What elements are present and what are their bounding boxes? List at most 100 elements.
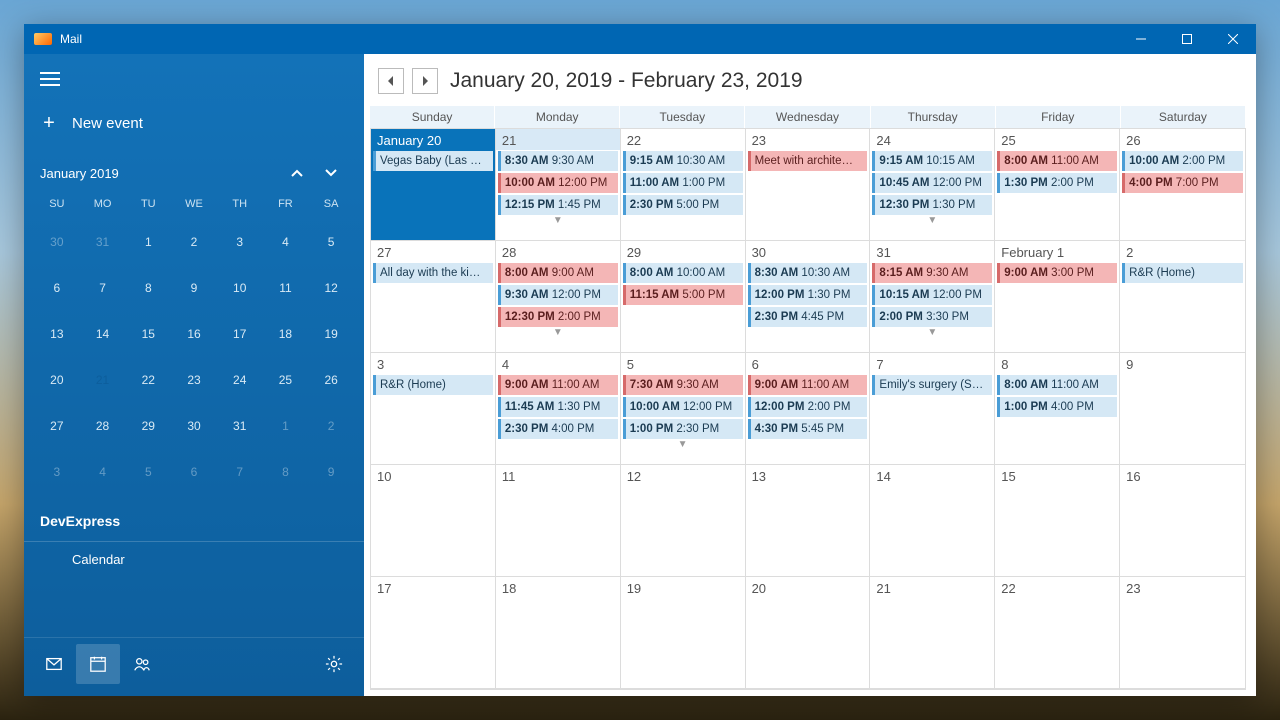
calendar-event[interactable]: All day with the ki… <box>373 263 493 283</box>
calendar-event[interactable]: 8:00 AM 11:00 AM <box>997 375 1117 395</box>
mini-day[interactable]: 9 <box>308 455 354 489</box>
calendar-event[interactable]: 1:00 PM 2:30 PM <box>623 419 743 439</box>
calendar-cell[interactable]: 2R&R (Home) <box>1120 241 1245 353</box>
calendar-event[interactable]: Emily's surgery (S… <box>872 375 992 395</box>
calendar-event[interactable]: 10:15 AM 12:00 PM <box>872 285 992 305</box>
mini-day[interactable]: 7 <box>217 455 263 489</box>
calendar-grid[interactable]: January 20Vegas Baby (Las V…218:30 AM 9:… <box>371 129 1245 689</box>
calendar-event[interactable]: 8:30 AM 10:30 AM <box>748 263 868 283</box>
calendar-event[interactable]: 11:15 AM 5:00 PM <box>623 285 743 305</box>
calendar-cell[interactable]: 229:15 AM 10:30 AM11:00 AM 1:00 PM2:30 P… <box>621 129 746 241</box>
calendar-cell[interactable]: 17 <box>371 577 496 689</box>
mini-calendar-month[interactable]: January 2019 <box>40 166 119 181</box>
calendar-event[interactable]: 10:00 AM 2:00 PM <box>1122 151 1243 171</box>
mini-day[interactable]: 15 <box>125 317 171 351</box>
calendar-event[interactable]: Meet with archite… <box>748 151 868 171</box>
calendar-event[interactable]: 12:00 PM 2:00 PM <box>748 397 868 417</box>
more-events-icon[interactable]: ▼ <box>927 215 937 226</box>
calendar-event[interactable]: 8:00 AM 11:00 AM <box>997 151 1117 171</box>
scroll-thumb[interactable] <box>1245 409 1246 429</box>
more-events-icon[interactable]: ▼ <box>553 215 563 226</box>
calendar-cell[interactable]: 21 <box>870 577 995 689</box>
mini-day[interactable]: 3 <box>34 455 80 489</box>
account-label[interactable]: DevExpress <box>24 495 364 541</box>
mini-day[interactable]: 24 <box>217 363 263 397</box>
mini-day[interactable]: 18 <box>263 317 309 351</box>
calendar-event[interactable]: 12:30 PM 2:00 PM <box>498 307 618 327</box>
calendar-event[interactable]: R&R (Home) <box>1122 263 1243 283</box>
mini-day[interactable]: 2 <box>171 225 217 259</box>
calendar-event[interactable]: 9:15 AM 10:15 AM <box>872 151 992 171</box>
next-month-button[interactable] <box>314 159 348 187</box>
calendar-cell[interactable]: 20 <box>746 577 871 689</box>
mini-day[interactable]: 10 <box>217 271 263 305</box>
mini-day[interactable]: 17 <box>217 317 263 351</box>
calendar-tab-icon[interactable] <box>76 644 120 684</box>
mini-day[interactable]: 31 <box>80 225 126 259</box>
calendar-cell[interactable]: 88:00 AM 11:00 AM1:00 PM 4:00 PM <box>995 353 1120 465</box>
calendar-cell[interactable]: 18 <box>496 577 621 689</box>
calendar-event[interactable]: 11:45 AM 1:30 PM <box>498 397 618 417</box>
scroll-down-icon[interactable]: ▼ <box>1245 675 1246 689</box>
hamburger-button[interactable] <box>24 54 364 94</box>
settings-icon[interactable] <box>312 644 356 684</box>
calendar-cell[interactable]: 258:00 AM 11:00 AM1:30 PM 2:00 PM <box>995 129 1120 241</box>
mini-day[interactable]: 8 <box>263 455 309 489</box>
calendar-event[interactable]: 9:00 AM 11:00 AM <box>498 375 618 395</box>
calendar-cell[interactable]: January 20Vegas Baby (Las V… <box>371 129 496 241</box>
mini-day[interactable]: 7 <box>80 271 126 305</box>
mini-day[interactable]: 12 <box>308 271 354 305</box>
calendar-event[interactable]: 11:00 AM 1:00 PM <box>623 173 743 193</box>
mini-day[interactable]: 9 <box>171 271 217 305</box>
calendar-event[interactable]: 2:30 PM 5:00 PM <box>623 195 743 215</box>
mini-day[interactable]: 28 <box>80 409 126 443</box>
calendar-cell[interactable]: 11 <box>496 465 621 577</box>
more-events-icon[interactable]: ▼ <box>553 327 563 338</box>
mini-day[interactable]: 2 <box>308 409 354 443</box>
titlebar[interactable]: Mail <box>24 24 1256 54</box>
mini-day[interactable]: 6 <box>171 455 217 489</box>
calendar-cell[interactable]: 16 <box>1120 465 1245 577</box>
mini-day[interactable]: 6 <box>34 271 80 305</box>
calendar-event[interactable]: 1:00 PM 4:00 PM <box>997 397 1117 417</box>
calendar-cell[interactable]: 27All day with the ki… <box>371 241 496 353</box>
calendar-cell[interactable]: 23 <box>1120 577 1245 689</box>
mini-day[interactable]: 26 <box>308 363 354 397</box>
calendar-event[interactable]: 12:00 PM 1:30 PM <box>748 285 868 305</box>
calendar-cell[interactable]: 22 <box>995 577 1120 689</box>
calendar-cell[interactable]: 218:30 AM 9:30 AM10:00 AM 12:00 PM12:15 … <box>496 129 621 241</box>
calendar-cell[interactable]: 49:00 AM 11:00 AM11:45 AM 1:30 PM2:30 PM… <box>496 353 621 465</box>
calendar-event[interactable]: 10:00 AM 12:00 PM <box>623 397 743 417</box>
calendar-cell[interactable]: 15 <box>995 465 1120 577</box>
mini-day[interactable]: 21 <box>80 363 126 397</box>
calendar-event[interactable]: 2:30 PM 4:45 PM <box>748 307 868 327</box>
calendar-cell[interactable]: 318:15 AM 9:30 AM10:15 AM 12:00 PM2:00 P… <box>870 241 995 353</box>
calendar-cell[interactable]: 288:00 AM 9:00 AM9:30 AM 12:00 PM12:30 P… <box>496 241 621 353</box>
calendar-event[interactable]: 4:00 PM 7:00 PM <box>1122 173 1243 193</box>
new-event-button[interactable]: + New event <box>24 94 364 155</box>
mini-day[interactable]: 23 <box>171 363 217 397</box>
mini-day[interactable]: 8 <box>125 271 171 305</box>
calendar-event[interactable]: 8:30 AM 9:30 AM <box>498 151 618 171</box>
calendar-event[interactable]: 8:15 AM 9:30 AM <box>872 263 992 283</box>
calendar-cell[interactable]: 19 <box>621 577 746 689</box>
mini-day[interactable]: 31 <box>217 409 263 443</box>
calendar-event[interactable]: 12:15 PM 1:45 PM <box>498 195 618 215</box>
calendar-cell[interactable]: 57:30 AM 9:30 AM10:00 AM 12:00 PM1:00 PM… <box>621 353 746 465</box>
minimize-button[interactable] <box>1118 24 1164 54</box>
scroll-up-icon[interactable]: ▲ <box>1245 129 1246 143</box>
calendar-event[interactable]: Vegas Baby (Las V… <box>373 151 493 171</box>
mini-day[interactable]: 20 <box>34 363 80 397</box>
calendar-cell[interactable]: 9 <box>1120 353 1245 465</box>
calendar-event[interactable]: 10:00 AM 12:00 PM <box>498 173 618 193</box>
calendar-cell[interactable]: 249:15 AM 10:15 AM10:45 AM 12:00 PM12:30… <box>870 129 995 241</box>
calendar-event[interactable]: 7:30 AM 9:30 AM <box>623 375 743 395</box>
mini-day[interactable]: 22 <box>125 363 171 397</box>
close-button[interactable] <box>1210 24 1256 54</box>
calendar-cell[interactable]: 3R&R (Home) <box>371 353 496 465</box>
mini-day[interactable]: 4 <box>263 225 309 259</box>
next-range-button[interactable] <box>412 68 438 94</box>
people-tab-icon[interactable] <box>120 644 164 684</box>
mini-day[interactable]: 5 <box>125 455 171 489</box>
calendar-event[interactable]: R&R (Home) <box>373 375 493 395</box>
